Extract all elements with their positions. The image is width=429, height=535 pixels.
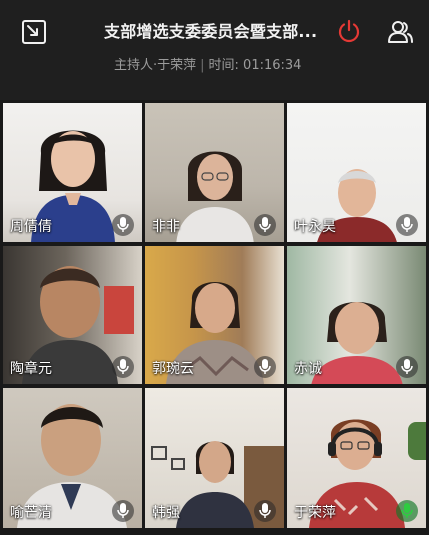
microphone-icon[interactable] [254,214,276,236]
microphone-icon[interactable] [254,500,276,522]
video-tile[interactable]: 陶章元 [3,246,142,384]
video-tile[interactable]: 非非 [145,103,284,242]
participant-name: 郭琬云 [152,361,194,377]
participant-name: 周倩倩 [10,219,52,235]
microphone-icon[interactable] [396,214,418,236]
participant-name: 韩强 [152,505,180,521]
microphone-icon[interactable] [396,500,418,522]
participant-name: 非非 [152,219,180,235]
video-tile[interactable]: 周倩倩 [3,103,142,242]
microphone-icon[interactable] [254,356,276,378]
participant-video [175,441,254,528]
meeting-timer: 时间: 01:16:34 [208,58,302,73]
participant-video [175,151,254,242]
video-tile[interactable]: 喻芒清 [3,388,142,528]
microphone-icon[interactable] [396,356,418,378]
power-icon[interactable] [334,16,364,46]
microphone-icon[interactable] [112,214,134,236]
microphone-icon[interactable] [112,500,134,522]
meeting-title: 支部增选支委委员会暨支部... [104,22,318,41]
meeting-screen: 支部增选支委委员会暨支部... 主持人·于荣萍 | 时间: 01:16:34 周… [0,0,429,535]
video-tile[interactable]: 韩强 [145,388,284,528]
members-icon[interactable] [385,17,415,47]
participant-name: 赤诚 [294,361,322,377]
meeting-info: 主持人·于荣萍 | 时间: 01:16:34 [114,54,354,73]
video-tile[interactable]: 叶永昊 [287,103,426,242]
plant [408,422,426,460]
separator: | [200,58,205,73]
minimize-window-icon[interactable] [20,18,48,46]
video-tile[interactable]: 赤诚 [287,246,426,384]
wall-frame [151,446,167,460]
participant-name: 于荣萍 [294,505,336,521]
participant-name: 陶章元 [10,361,52,377]
video-tile[interactable]: 郭琬云 [145,246,284,384]
video-tile[interactable]: 于荣萍 [287,388,426,528]
participant-name: 喻芒清 [10,505,52,521]
host-label: 主持人·于荣萍 [114,58,197,73]
video-grid: 周倩倩 非非 叶永昊 陶章元 郭琬云 赤诚 喻芒清 韩强 于荣萍 [3,100,427,530]
meeting-header: 支部增选支委委员会暨支部... 主持人·于荣萍 | 时间: 01:16:34 [0,0,429,100]
participant-name: 叶永昊 [294,219,336,235]
microphone-icon[interactable] [112,356,134,378]
